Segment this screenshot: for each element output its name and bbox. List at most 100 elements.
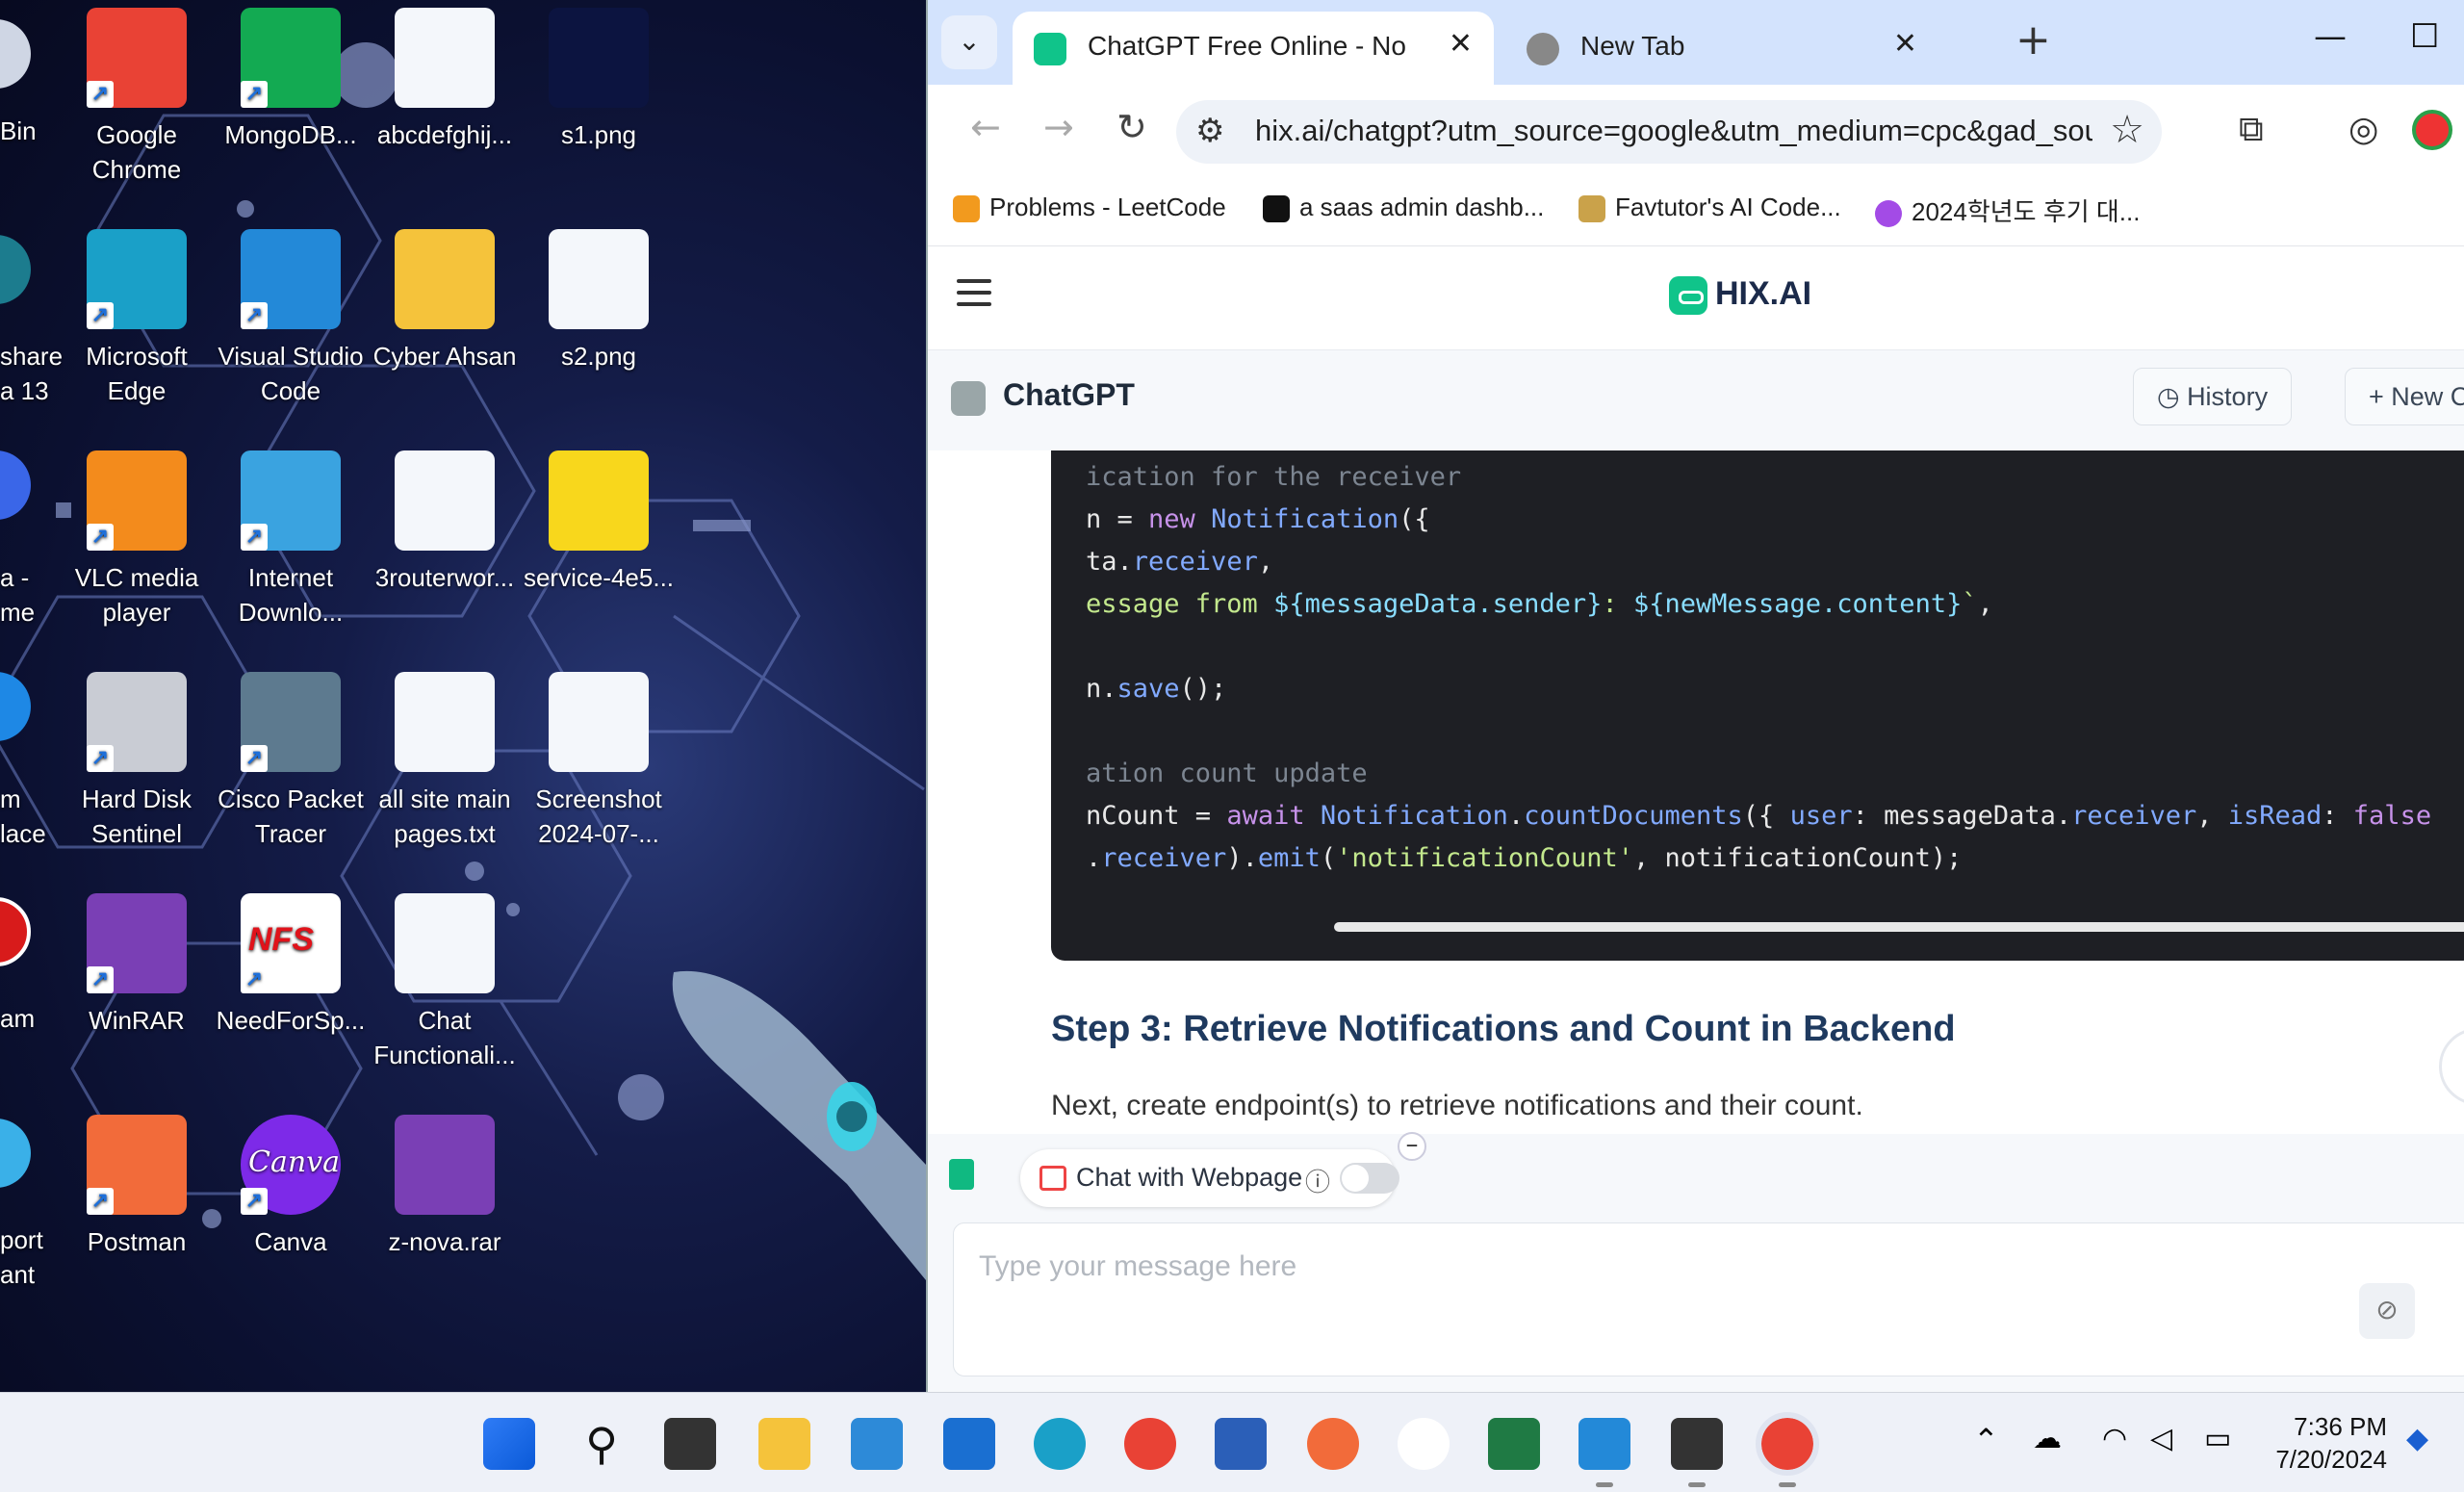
desktop-icon-folder[interactable]: Cyber Ahsan (368, 229, 522, 373)
close-tab-icon[interactable]: ✕ (1893, 27, 1917, 61)
chrome-icon[interactable] (1124, 1418, 1176, 1470)
profile-avatar[interactable] (2412, 110, 2452, 150)
desktop-icon-file[interactable]: abcdefghij... (368, 8, 522, 152)
desktop-icon-cisco[interactable]: ↗ Cisco Packet Tracer (214, 672, 368, 851)
mongodb-icon[interactable] (1398, 1418, 1450, 1470)
desktop-icon-s1[interactable]: s1.png (522, 8, 676, 152)
close-tab-icon[interactable]: ✕ (1449, 27, 1473, 61)
desktop-icon-postman[interactable]: ↗ Postman (60, 1115, 214, 1259)
file-explorer-icon[interactable] (758, 1418, 810, 1470)
bookmark-leetcode[interactable]: Problems - LeetCode (953, 193, 1226, 223)
tab-chatgpt[interactable]: ChatGPT Free Online - No Login ✕ (1013, 12, 1494, 85)
tab-new-tab[interactable]: New Tab ✕ (1505, 12, 1938, 85)
code-scrollbar[interactable] (1334, 922, 2464, 932)
bookmark-favtutor[interactable]: Favtutor's AI Code... (1578, 193, 1841, 223)
chat-with-webpage-label: Chat with Webpage (1076, 1163, 1303, 1192)
bookmark-saas-dashboard[interactable]: a saas admin dashb... (1263, 193, 1544, 223)
scroll-down-button[interactable] (2439, 1028, 2464, 1105)
desktop-icon-label-partial: m (0, 785, 21, 813)
desktop-icon-txt[interactable]: all site main pages.txt (368, 672, 522, 851)
notification-bell-icon[interactable]: ◆ (2406, 1422, 2428, 1455)
history-button[interactable]: ◷ History (2133, 368, 2293, 425)
photos-icon[interactable] (851, 1418, 903, 1470)
address-bar[interactable]: ⚙ hix.ai/chatgpt?utm_source=google&utm_m… (1176, 100, 2162, 164)
code-token: , (1977, 589, 1993, 619)
desktop-icon-chrome[interactable]: ↗ Google Chrome (60, 8, 214, 187)
code-line: ication for the receiver (1086, 462, 1461, 492)
desktop-icon-rar[interactable]: z-nova.rar (368, 1115, 522, 1259)
desktop-icon-label: Downlo... (238, 598, 344, 627)
forward-icon[interactable]: → (1043, 106, 1074, 148)
desktop-icon-idm[interactable]: ↗ Internet Downlo... (214, 450, 368, 630)
start-icon[interactable] (483, 1418, 535, 1470)
maximize-icon[interactable]: ☐ (2410, 17, 2439, 56)
message-input[interactable]: Type your message here (979, 1250, 1296, 1283)
desktop-icon-label: Code (260, 376, 321, 405)
tab-title: ChatGPT Free Online - No Login (1088, 31, 1405, 61)
vscode-icon[interactable] (1578, 1418, 1630, 1487)
tray-chevron-icon[interactable]: ⌃ (1973, 1422, 1999, 1458)
url-text[interactable]: hix.ai/chatgpt?utm_source=google&utm_med… (1255, 114, 2092, 148)
task-view-icon[interactable] (664, 1418, 716, 1470)
desktop-icon-chat-doc[interactable]: Chat Functionali... (368, 893, 522, 1072)
terminal-icon[interactable] (1671, 1418, 1723, 1487)
desktop-icon-router[interactable]: 3routerwor... (368, 450, 522, 595)
desktop-icon-winrar[interactable]: ↗ WinRAR (60, 893, 214, 1038)
code-token: : (2322, 801, 2353, 831)
clock[interactable]: 7:36 PM 7/20/2024 (2272, 1410, 2387, 1476)
chrome-active-icon[interactable] (1756, 1412, 1819, 1487)
desktop-icon-s2[interactable]: s2.png (522, 229, 676, 373)
search-icon[interactable]: ⚲ (576, 1418, 628, 1470)
history-icon: ◷ (2157, 382, 2188, 411)
wifi-icon[interactable]: ◠ (2102, 1422, 2127, 1455)
message-composer[interactable]: Type your message here ⊘ (953, 1222, 2464, 1376)
desktop-icon-label-partial: share (0, 342, 64, 371)
browser-window: ⌄ ChatGPT Free Online - No Login ✕ New T… (926, 0, 2464, 1392)
chat-with-webpage-pill[interactable]: Chat with Webpage ⓘ (1020, 1149, 1399, 1207)
document-icon[interactable] (949, 1159, 974, 1190)
desktop-icon-hard-disk-sentinel[interactable]: ↗ Hard Disk Sentinel (60, 672, 214, 851)
back-icon[interactable]: ← (970, 106, 1001, 148)
code-token: nCount = (1086, 801, 1227, 831)
reload-icon[interactable]: ↻ (1116, 106, 1147, 148)
desktop-icon-mongodb[interactable]: ↗ MongoDB... (214, 8, 368, 152)
bookmark-label: 2024학년도 후기 대... (1912, 197, 2141, 226)
desktop-icon-canva[interactable]: Canva ↗ Canva (214, 1115, 368, 1259)
desktop-icon-edge[interactable]: ↗ Microsoft Edge (60, 229, 214, 408)
site-info-icon[interactable]: ⚙ (1195, 112, 1224, 150)
desktop-icon-label: service-4e5... (523, 563, 675, 592)
info-icon[interactable]: ⓘ (1305, 1163, 1330, 1198)
extensions-icon[interactable]: ⧉ (2239, 110, 2264, 150)
desktop-icon-service[interactable]: service-4e5... (522, 450, 676, 595)
volume-icon[interactable]: ◁ (2150, 1422, 2172, 1455)
bookmark-star-icon[interactable]: ☆ (2110, 108, 2144, 152)
collapse-icon[interactable]: – (1398, 1132, 1426, 1161)
desktop-icon-screenshot[interactable]: Screenshot 2024-07-... (522, 672, 676, 851)
performance-icon[interactable]: ◎ (2348, 110, 2378, 149)
store-icon[interactable] (943, 1418, 995, 1470)
new-tab-button[interactable]: + (2015, 15, 2051, 64)
desktop-icon-nfs[interactable]: NFS ↗ NeedForSp... (214, 893, 368, 1038)
tab-search-dropdown[interactable]: ⌄ (941, 15, 997, 69)
chat-with-webpage-toggle[interactable] (1340, 1163, 1399, 1194)
attach-icon[interactable]: ⊘ (2359, 1283, 2415, 1339)
browser-toolbar: ← → ↻ ⚙ hix.ai/chatgpt?utm_source=google… (928, 85, 2464, 179)
word-icon[interactable] (1215, 1418, 1267, 1470)
menu-icon[interactable] (957, 279, 991, 308)
vlc-icon: ↗ (87, 450, 187, 551)
edge-icon[interactable] (1034, 1418, 1086, 1470)
desktop-icon-vscode[interactable]: ↗ Visual Studio Code (214, 229, 368, 408)
code-token: ({ (1742, 801, 1790, 831)
desktop-icon-vlc[interactable]: ↗ VLC media player (60, 450, 214, 630)
code-token: : (1602, 589, 1633, 619)
hix-logo[interactable]: HIX.AI (1669, 275, 1811, 316)
onedrive-icon[interactable]: ☁ (2033, 1422, 2062, 1455)
code-line: essage from ${messageData.sender}: ${new… (1086, 589, 1993, 619)
battery-icon[interactable]: ▭ (2204, 1422, 2231, 1455)
favtutor-icon (1578, 195, 1605, 223)
postman-icon[interactable] (1307, 1418, 1359, 1470)
minimize-icon[interactable]: — (2314, 17, 2347, 56)
new-chat-button[interactable]: + New Chat (2345, 368, 2464, 425)
excel-icon[interactable] (1488, 1418, 1540, 1470)
bookmark-korean[interactable]: 2024학년도 후기 대... (1875, 193, 2140, 228)
